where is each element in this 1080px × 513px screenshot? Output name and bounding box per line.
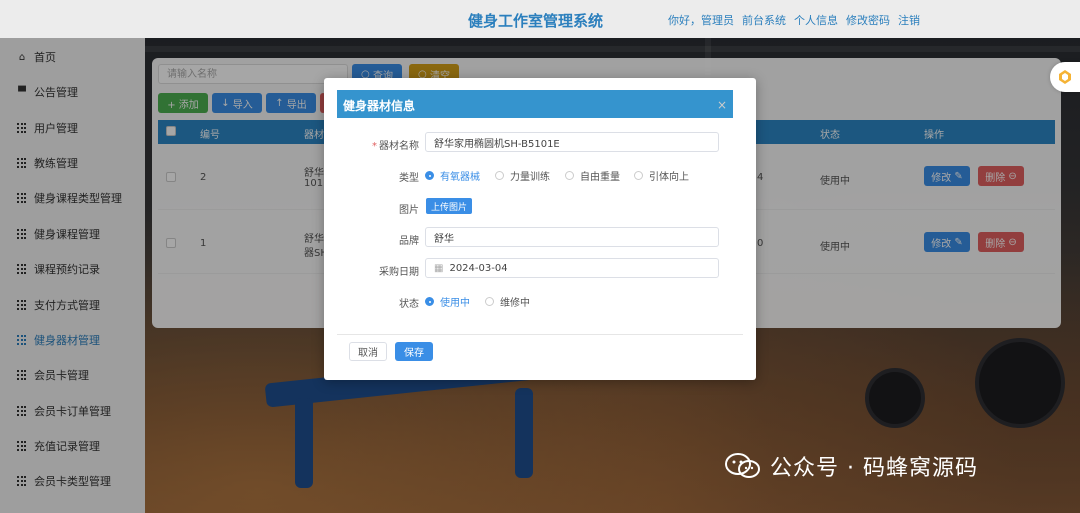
top-header: 健身工作室管理系统 你好，管理员 前台系统 个人信息 修改密码 注销 <box>0 0 1080 38</box>
date-field[interactable]: ▦ 2024-03-04 <box>425 258 719 278</box>
type-radio-aerobic[interactable]: 有氧器械 <box>425 168 480 183</box>
type-label: 类型 <box>399 173 419 184</box>
watermark: 公众号 · 码蜂窝源码 <box>724 450 978 482</box>
status-label: 状态 <box>399 299 419 310</box>
logout-link[interactable]: 注销 <box>898 12 920 28</box>
status-radio-in-use[interactable]: 使用中 <box>425 294 470 309</box>
close-icon[interactable]: × <box>717 99 727 111</box>
type-radio-pullup[interactable]: 引体向上 <box>634 168 689 183</box>
save-button[interactable]: 保存 <box>395 342 433 361</box>
image-label: 图片 <box>399 205 419 216</box>
upload-image-button[interactable]: 上传图片 <box>426 198 472 214</box>
frontend-link[interactable]: 前台系统 <box>742 12 786 28</box>
cancel-button[interactable]: 取消 <box>349 342 387 361</box>
dialog-divider <box>337 334 743 335</box>
wechat-icon <box>725 453 760 478</box>
brand-field[interactable]: 舒华 <box>425 227 719 247</box>
dialog-title: 健身器材信息 <box>343 99 416 113</box>
brand-label: 品牌 <box>399 236 419 247</box>
greeting-text: 你好，管理员 <box>668 14 734 27</box>
name-field[interactable]: 舒华家用椭圆机SH-B5101E <box>425 132 719 152</box>
floating-assistant-icon[interactable] <box>1050 62 1080 92</box>
equipment-dialog: 健身器材信息 × * 器材名称 舒华家用椭圆机SH-B5101E 类型 有氧器械 … <box>324 78 756 380</box>
watermark-text: 公众号 · 码蜂窝源码 <box>770 456 978 481</box>
profile-link[interactable]: 个人信息 <box>794 12 838 28</box>
header-links: 你好，管理员 前台系统 个人信息 修改密码 注销 <box>668 12 920 28</box>
app-title: 健身工作室管理系统 <box>468 12 604 30</box>
dialog-header: 健身器材信息 × <box>337 90 733 118</box>
name-label: * 器材名称 <box>372 141 419 152</box>
date-label: 采购日期 <box>379 267 419 278</box>
change-password-link[interactable]: 修改密码 <box>846 12 890 28</box>
calendar-icon: ▦ <box>434 262 444 274</box>
type-radio-strength[interactable]: 力量训练 <box>495 168 550 183</box>
status-radio-repair[interactable]: 维修中 <box>485 294 530 309</box>
type-radio-free-weight[interactable]: 自由重量 <box>565 168 620 183</box>
